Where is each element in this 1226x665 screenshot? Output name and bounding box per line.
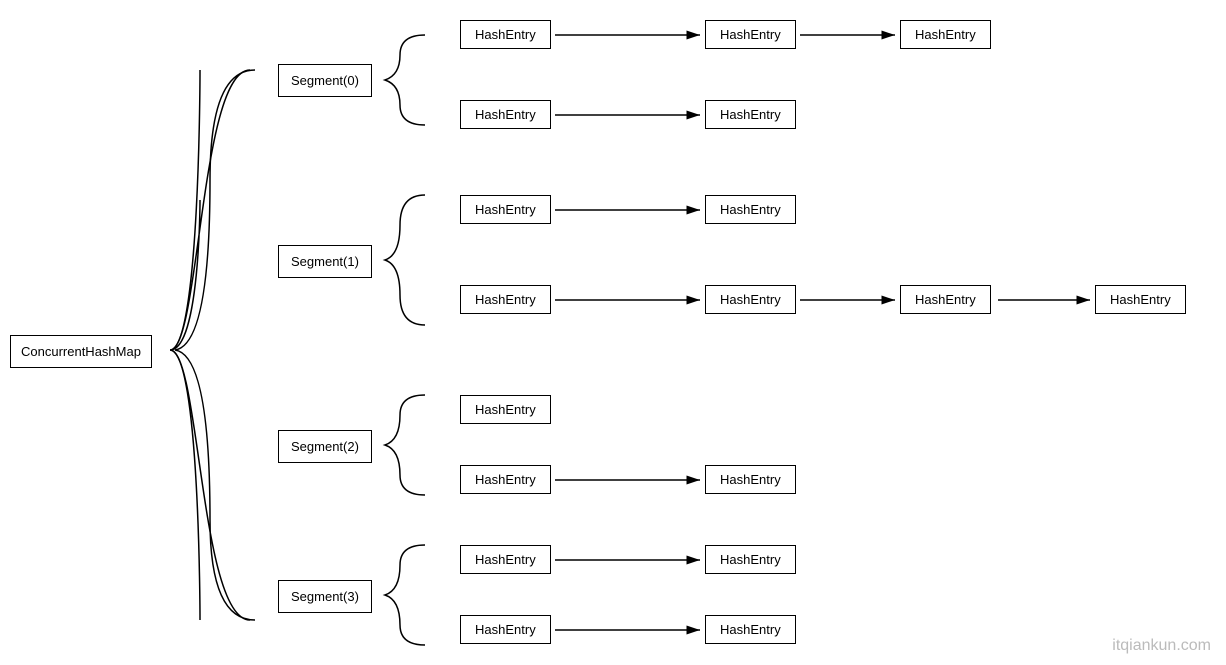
hash-entry: HashEntry	[705, 100, 796, 129]
hash-entry: HashEntry	[705, 285, 796, 314]
hash-entry: HashEntry	[705, 20, 796, 49]
hash-entry: HashEntry	[460, 195, 551, 224]
hash-entry: HashEntry	[460, 545, 551, 574]
watermark: itqiankun.com	[1112, 637, 1211, 655]
segment-3: Segment(3)	[278, 580, 372, 613]
hash-entry: HashEntry	[460, 615, 551, 644]
diagram-container: ConcurrentHashMap Segment(0) Segment(1) …	[0, 0, 1226, 665]
hash-entry: HashEntry	[460, 285, 551, 314]
hash-entry: HashEntry	[460, 395, 551, 424]
segment-1: Segment(1)	[278, 245, 372, 278]
hash-entry: HashEntry	[705, 465, 796, 494]
hash-entry: HashEntry	[1095, 285, 1186, 314]
hash-entry: HashEntry	[460, 465, 551, 494]
hash-entry: HashEntry	[705, 195, 796, 224]
hash-entry: HashEntry	[705, 545, 796, 574]
hash-entry: HashEntry	[460, 20, 551, 49]
hash-entry: HashEntry	[900, 285, 991, 314]
hash-entry: HashEntry	[460, 100, 551, 129]
segment-0: Segment(0)	[278, 64, 372, 97]
root-node: ConcurrentHashMap	[10, 335, 152, 368]
connectors-svg	[0, 0, 1226, 665]
segment-2: Segment(2)	[278, 430, 372, 463]
hash-entry: HashEntry	[900, 20, 991, 49]
hash-entry: HashEntry	[705, 615, 796, 644]
